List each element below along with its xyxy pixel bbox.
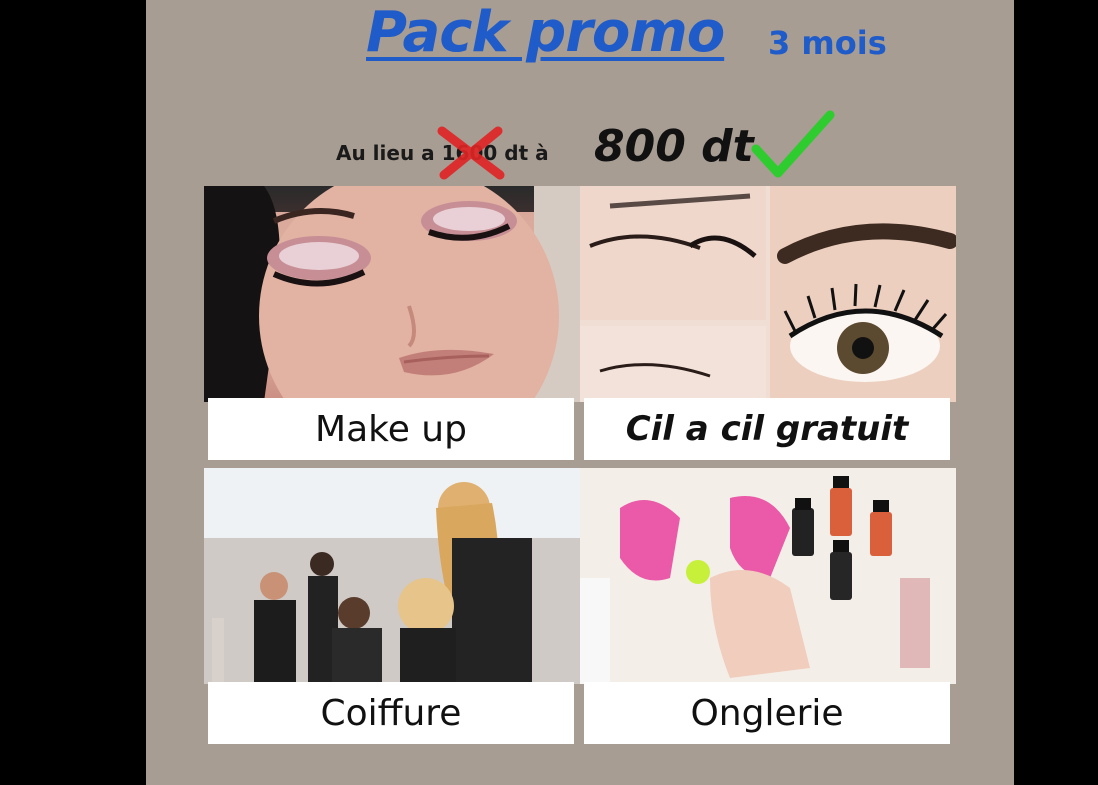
salon-illustration xyxy=(204,468,580,684)
service-tile-coiffure: Coiffure xyxy=(204,468,580,752)
promo-poster: Pack promo 3 mois Au lieu a 1600 dt à 80… xyxy=(146,0,1014,785)
price-mid: dt à xyxy=(504,141,549,165)
title-row: Pack promo 3 mois xyxy=(146,0,1014,80)
service-tile-lashes: Cil a cil gratuit xyxy=(580,186,956,468)
salon-photo xyxy=(204,468,580,684)
new-price: 800 dt xyxy=(594,121,754,172)
service-label: Make up xyxy=(208,398,574,460)
service-label: Cil a cil gratuit xyxy=(584,398,950,460)
lashes-photo xyxy=(580,186,956,402)
services-grid: Make up Cil a cil gratuit Coiffure Ongle… xyxy=(204,186,956,752)
price-prefix: Au lieu a xyxy=(336,141,435,165)
service-label: Onglerie xyxy=(584,682,950,744)
poster-subtitle: 3 mois xyxy=(768,24,887,62)
makeup-photo xyxy=(204,186,580,466)
service-label: Coiffure xyxy=(208,682,574,744)
old-price: 1600 xyxy=(437,126,505,180)
service-tile-makeup: Make up xyxy=(204,186,580,468)
price-text: Au lieu a 1600 dt à xyxy=(336,126,549,180)
nails-illustration xyxy=(580,468,956,684)
checkmark-icon xyxy=(751,110,835,178)
lashes-illustration xyxy=(580,186,956,402)
price-row: Au lieu a 1600 dt à 800 dt xyxy=(146,110,1014,185)
service-tile-onglerie: Onglerie xyxy=(580,468,956,752)
nails-photo xyxy=(580,468,956,684)
cross-icon xyxy=(437,126,505,180)
makeup-face-illustration xyxy=(204,186,580,466)
poster-title: Pack promo xyxy=(366,0,725,65)
